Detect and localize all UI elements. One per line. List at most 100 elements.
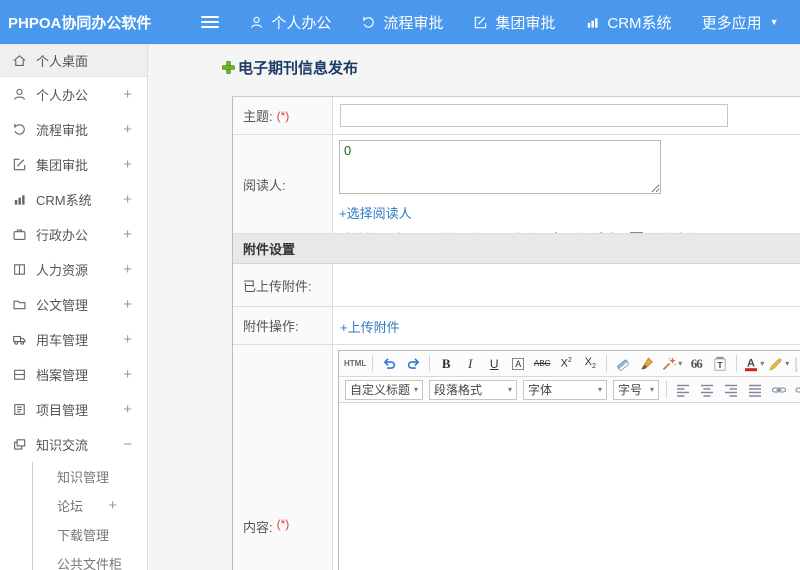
expander-icon[interactable]: + bbox=[123, 261, 132, 278]
sidebar-item-public-file-cabinet[interactable]: 公共文件柜 bbox=[32, 549, 147, 570]
superscript-button[interactable]: X2 bbox=[555, 353, 577, 375]
expander-icon[interactable]: + bbox=[123, 401, 132, 418]
svg-text:A: A bbox=[747, 357, 755, 369]
html-source-button[interactable]: HTML bbox=[343, 353, 367, 375]
align-justify-button[interactable] bbox=[744, 379, 766, 401]
font-family-select[interactable]: 字体 ▾ bbox=[523, 379, 607, 400]
sidebar-item-group-approval[interactable]: 集团审批 + bbox=[0, 147, 147, 182]
chevron-down-icon: ▾ bbox=[507, 385, 512, 394]
edit-icon bbox=[12, 157, 27, 172]
expander-icon[interactable]: + bbox=[123, 121, 132, 138]
sidebar-item-human-resources[interactable]: 人力资源 + bbox=[0, 252, 147, 287]
font-size-select[interactable]: 字号 ▾ bbox=[613, 379, 659, 400]
bold-button[interactable]: B bbox=[435, 353, 457, 375]
expander-icon[interactable]: + bbox=[123, 296, 132, 313]
select-label: 段落格式 bbox=[434, 383, 483, 397]
expander-icon[interactable]: + bbox=[123, 366, 132, 383]
expander-icon[interactable]: + bbox=[123, 86, 132, 103]
user-icon bbox=[12, 87, 27, 102]
align-right-button[interactable] bbox=[720, 379, 742, 401]
select-label: 自定义标题 bbox=[350, 383, 411, 397]
toolbar-separator bbox=[736, 355, 738, 372]
sidebar-item-label: 论坛 bbox=[57, 499, 84, 514]
quote-icon: 66 bbox=[690, 355, 703, 371]
svg-text:3: 3 bbox=[795, 367, 798, 371]
ordered-list-button[interactable]: 123▾ bbox=[792, 353, 800, 375]
main-content: 电子期刊信息发布 主题: (*) 阅读人: 0 +选择阅读人 附件设置 已上传附… bbox=[148, 44, 800, 570]
sidebar-item-personal-desktop[interactable]: 个人桌面 bbox=[0, 45, 147, 77]
sidebar-item-project-management[interactable]: 项目管理 + bbox=[0, 392, 147, 427]
nav-item-group-approval[interactable]: 集团审批 bbox=[473, 12, 555, 33]
page-title: 电子期刊信息发布 bbox=[221, 57, 800, 78]
sidebar-item-knowledge-management[interactable]: 知识管理 bbox=[32, 462, 147, 491]
nav-item-more-apps[interactable]: 更多应用 ▼ bbox=[702, 12, 779, 33]
format-painter-button[interactable] bbox=[636, 353, 658, 375]
subscript-button[interactable]: X2 bbox=[579, 353, 601, 375]
sidebar-item-label: 人力资源 bbox=[36, 263, 89, 278]
brush-icon bbox=[639, 356, 655, 372]
truck-icon bbox=[12, 332, 27, 347]
font-style-button[interactable]: A bbox=[507, 353, 529, 375]
upload-attachment-link[interactable]: +上传附件 bbox=[340, 317, 400, 336]
blockquote-button[interactable]: 66 bbox=[685, 353, 707, 375]
expander-icon[interactable]: + bbox=[123, 331, 132, 348]
auto-typeset-button[interactable]: ▾ bbox=[660, 353, 683, 375]
nav-item-workflow-approval[interactable]: 流程审批 bbox=[361, 12, 443, 33]
expander-icon[interactable]: + bbox=[108, 497, 117, 514]
sidebar-item-knowledge-exchange[interactable]: 知识交流 − bbox=[0, 427, 147, 462]
expander-icon[interactable]: + bbox=[123, 226, 132, 243]
nav-item-label: 个人办公 bbox=[271, 14, 332, 32]
toolbar-separator bbox=[429, 355, 431, 372]
sidebar-item-workflow-approval[interactable]: 流程审批 + bbox=[0, 112, 147, 147]
editor-body[interactable] bbox=[339, 403, 800, 570]
link-button[interactable] bbox=[768, 379, 790, 401]
paste-text-button[interactable]: T bbox=[709, 353, 731, 375]
nav-item-crm-system[interactable]: CRM系统 bbox=[585, 12, 672, 33]
chevron-down-icon: ▾ bbox=[597, 385, 602, 394]
align-left-button[interactable] bbox=[672, 379, 694, 401]
nav-item-label: 集团审批 bbox=[495, 14, 556, 32]
eraser-icon bbox=[615, 356, 631, 372]
heading-select[interactable]: 自定义标题 ▾ bbox=[345, 379, 423, 400]
underline-button[interactable]: U bbox=[483, 353, 505, 375]
chevron-down-icon: ▾ bbox=[760, 359, 765, 368]
expander-icon[interactable]: + bbox=[123, 156, 132, 173]
readers-textarea[interactable]: 0 bbox=[339, 140, 661, 194]
sidebar-item-archive-management[interactable]: 档案管理 + bbox=[0, 357, 147, 392]
workflow-icon bbox=[361, 15, 376, 30]
sms-checkbox-label: 短消息提示 bbox=[648, 229, 713, 233]
sidebar-item-vehicle-management[interactable]: 用车管理 + bbox=[0, 322, 147, 357]
sidebar-item-document-management[interactable]: 公文管理 + bbox=[0, 287, 147, 322]
sidebar-item-download-management[interactable]: 下载管理 bbox=[32, 520, 147, 549]
chevron-down-icon: ▾ bbox=[649, 385, 654, 394]
align-center-button[interactable] bbox=[696, 379, 718, 401]
sidebar-item-admin-office[interactable]: 行政办公 + bbox=[0, 217, 147, 252]
sms-checkbox[interactable]: ✓ bbox=[629, 232, 643, 233]
sidebar-item-personal-office[interactable]: 个人办公 + bbox=[0, 77, 147, 112]
redo-button[interactable] bbox=[402, 353, 424, 375]
italic-button[interactable]: I bbox=[459, 353, 481, 375]
chevron-down-icon: ▾ bbox=[678, 359, 683, 368]
sidebar-item-label: CRM系统 bbox=[36, 193, 92, 208]
select-readers-link[interactable]: +选择阅读人 bbox=[339, 206, 412, 221]
remove-format-button[interactable] bbox=[612, 353, 634, 375]
paragraph-format-select[interactable]: 段落格式 ▾ bbox=[429, 379, 517, 400]
undo-button[interactable] bbox=[378, 353, 400, 375]
subject-label: 主题: (*) bbox=[233, 97, 333, 134]
readers-label: 阅读人: bbox=[233, 135, 333, 233]
sidebar-item-crm-system[interactable]: CRM系统 + bbox=[0, 182, 147, 217]
workflow-icon bbox=[12, 122, 27, 137]
expander-icon[interactable]: + bbox=[123, 191, 132, 208]
highlight-color-button[interactable]: ▾ bbox=[767, 353, 790, 375]
font-color-button[interactable]: A ▾ bbox=[742, 353, 765, 375]
uploaded-attachments-value bbox=[333, 264, 800, 306]
subject-input[interactable] bbox=[340, 104, 728, 127]
menu-icon[interactable] bbox=[201, 13, 220, 31]
strikethrough-button[interactable]: ABC bbox=[531, 353, 553, 375]
sidebar-item-forum[interactable]: 论坛 + bbox=[32, 491, 147, 520]
nav-item-personal-office[interactable]: 个人办公 bbox=[249, 12, 331, 33]
sidebar-item-label: 公共文件柜 bbox=[57, 557, 123, 570]
expander-icon[interactable]: − bbox=[123, 436, 132, 453]
strike-icon: ABC bbox=[533, 359, 551, 368]
unlink-button[interactable] bbox=[792, 379, 800, 401]
